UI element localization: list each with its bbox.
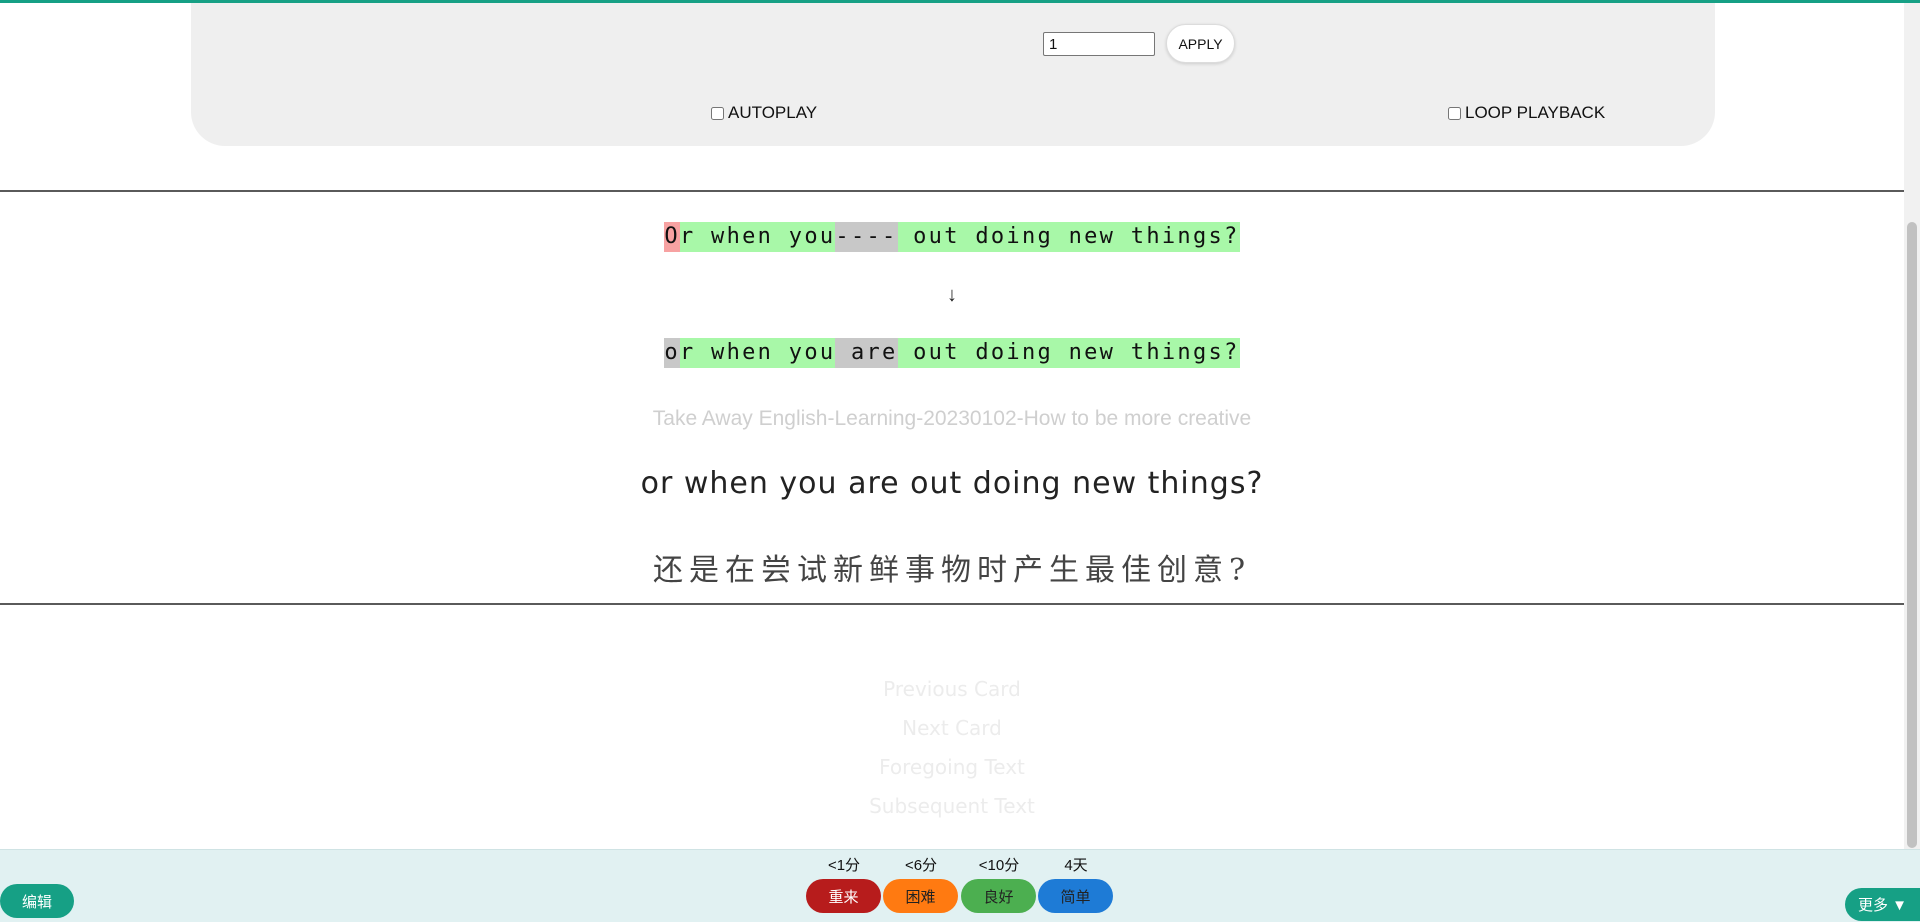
again-button[interactable]: 重来	[806, 879, 881, 913]
correct-answer-line: or when you are out doing new things?	[0, 338, 1904, 368]
card-divider-top	[0, 190, 1904, 192]
previous-card-link[interactable]: Previous Card	[0, 670, 1904, 709]
card-navigation: Previous Card Next Card Foregoing Text S…	[0, 670, 1904, 826]
answer-segment: are	[835, 338, 898, 368]
autoplay-option[interactable]: AUTOPLAY	[711, 103, 817, 123]
chinese-translation: 还是在尝试新鲜事物时产生最佳创意?	[652, 553, 1252, 588]
typed-segment: O	[664, 222, 680, 252]
good-button[interactable]: 良好	[961, 879, 1036, 913]
typed-segment: ----	[835, 222, 898, 252]
hard-button[interactable]: 困难	[883, 879, 958, 913]
answer-segment: r when you	[679, 338, 836, 368]
foregoing-text-link[interactable]: Foregoing Text	[0, 748, 1904, 787]
typed-segment: r when you	[679, 222, 836, 252]
source-title: Take Away English-Learning-20230102-How …	[652, 407, 1252, 430]
next-card-link[interactable]: Next Card	[0, 709, 1904, 748]
apply-button[interactable]: APPLY	[1166, 24, 1235, 63]
down-arrow-icon: ↓	[947, 284, 957, 306]
loop-playback-checkbox[interactable]	[1448, 106, 1461, 120]
loop-playback-option[interactable]: LOOP PLAYBACK	[1448, 103, 1605, 123]
subsequent-text-link[interactable]: Subsequent Text	[0, 787, 1904, 826]
more-menu-button[interactable]: 更多 ▼	[1845, 888, 1920, 921]
good-interval: <10分	[978, 857, 1020, 874]
autoplay-label: AUTOPLAY	[728, 103, 818, 122]
scrollbar-thumb[interactable]	[1907, 222, 1917, 848]
review-bottom-bar	[0, 849, 1920, 922]
loop-playback-label: LOOP PLAYBACK	[1465, 103, 1606, 122]
answer-segment: o	[664, 338, 680, 368]
playback-controls-panel: APPLY AUTOPLAY LOOP PLAYBACK	[191, 3, 1715, 146]
easy-interval: 4天	[1064, 857, 1088, 874]
autoplay-checkbox[interactable]	[711, 106, 724, 120]
speed-input[interactable]	[1043, 32, 1155, 56]
hard-interval: <6分	[904, 857, 938, 874]
easy-button[interactable]: 简单	[1038, 879, 1113, 913]
edit-button[interactable]: 编辑	[0, 884, 74, 918]
answer-segment: out doing new things?	[897, 338, 1240, 368]
typed-segment: out doing new things?	[897, 222, 1240, 252]
typed-answer-line: Or when you---- out doing new things?	[0, 222, 1904, 252]
english-sentence: or when you are out doing new things?	[640, 466, 1264, 501]
again-interval: <1分	[827, 857, 861, 874]
card-divider-bottom	[0, 603, 1904, 605]
